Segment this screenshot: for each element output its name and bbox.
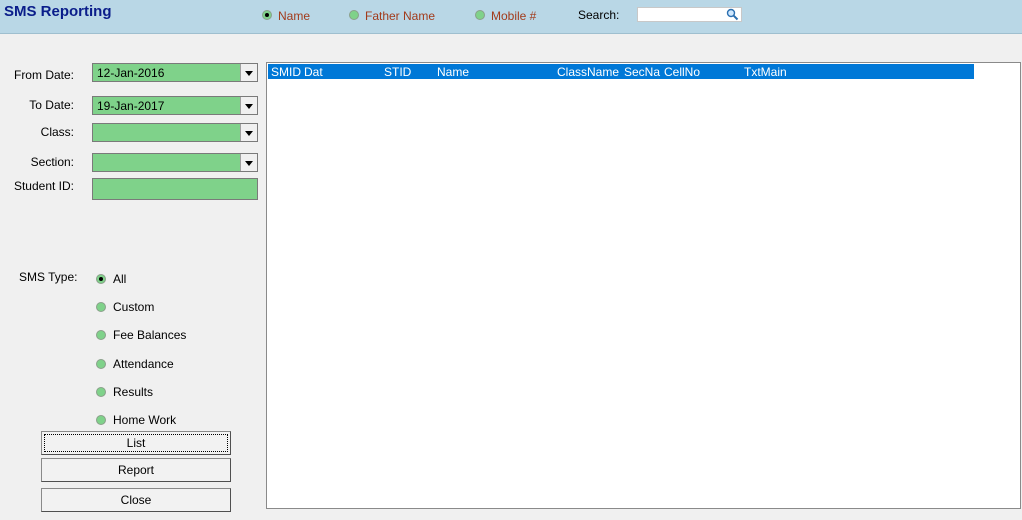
from-date-select[interactable]: 12-Jan-2016 <box>92 63 258 82</box>
class-label: Class: <box>40 125 74 139</box>
sms-type-all-label[interactable]: All <box>113 272 126 286</box>
radio-button[interactable] <box>96 359 106 369</box>
close-button[interactable]: Close <box>41 488 231 512</box>
radio-name[interactable] <box>262 10 272 20</box>
column-header-stid[interactable]: STID <box>384 65 411 79</box>
radio-mobile[interactable] <box>475 10 485 20</box>
report-button[interactable]: Report <box>41 458 231 482</box>
column-header-dat[interactable]: Dat <box>304 65 323 79</box>
column-header-secna[interactable]: SecNa <box>624 65 660 79</box>
to-date-value: 19-Jan-2017 <box>97 99 165 113</box>
radio-button[interactable] <box>96 274 106 284</box>
grid-header-row: SMID Dat STID Name ClassName SecNa CellN… <box>268 64 974 79</box>
student-id-label: Student ID: <box>13 179 74 193</box>
class-select[interactable] <box>92 123 258 142</box>
search-label: Search: <box>578 8 620 22</box>
radio-father-name-label[interactable]: Father Name <box>365 9 435 23</box>
radio-button[interactable] <box>96 415 106 425</box>
column-header-name[interactable]: Name <box>437 65 469 79</box>
chevron-down-icon[interactable] <box>240 124 257 141</box>
from-date-value: 12-Jan-2016 <box>97 66 165 80</box>
sms-grid[interactable]: SMID Dat STID Name ClassName SecNa CellN… <box>266 62 1021 509</box>
sms-type-attendance-label[interactable]: Attendance <box>113 357 174 371</box>
to-date-label: To Date: <box>29 98 74 112</box>
section-label: Section: <box>30 155 74 169</box>
chevron-down-icon[interactable] <box>240 64 257 81</box>
column-header-smid[interactable]: SMID <box>271 65 301 79</box>
chevron-down-icon[interactable] <box>240 154 257 171</box>
column-header-cellno[interactable]: CellNo <box>664 65 700 79</box>
search-icon[interactable] <box>726 8 739 21</box>
column-header-classname[interactable]: ClassName <box>557 65 619 79</box>
from-date-label: From Date: <box>13 68 74 82</box>
sms-type-label: SMS Type: <box>19 270 78 284</box>
section-select[interactable] <box>92 153 258 172</box>
chevron-down-icon[interactable] <box>240 97 257 114</box>
radio-button[interactable] <box>96 387 106 397</box>
list-button[interactable]: List <box>41 431 231 455</box>
header-bar: SMS Reporting Name Father Name Mobile # … <box>0 0 1022 34</box>
search-input[interactable] <box>637 7 742 22</box>
sms-type-results-label[interactable]: Results <box>113 385 153 399</box>
student-id-input[interactable] <box>92 178 258 200</box>
radio-button[interactable] <box>96 330 106 340</box>
sms-type-fee-balances-label[interactable]: Fee Balances <box>113 328 186 342</box>
to-date-select[interactable]: 19-Jan-2017 <box>92 96 258 115</box>
radio-button[interactable] <box>96 302 106 312</box>
sms-type-home-work-label[interactable]: Home Work <box>113 413 176 427</box>
page-title: SMS Reporting <box>4 3 112 20</box>
column-header-txtmain[interactable]: TxtMain <box>744 65 787 79</box>
radio-mobile-label[interactable]: Mobile # <box>491 9 536 23</box>
radio-father-name[interactable] <box>349 10 359 20</box>
sms-type-custom-label[interactable]: Custom <box>113 300 154 314</box>
radio-name-label[interactable]: Name <box>278 9 310 23</box>
